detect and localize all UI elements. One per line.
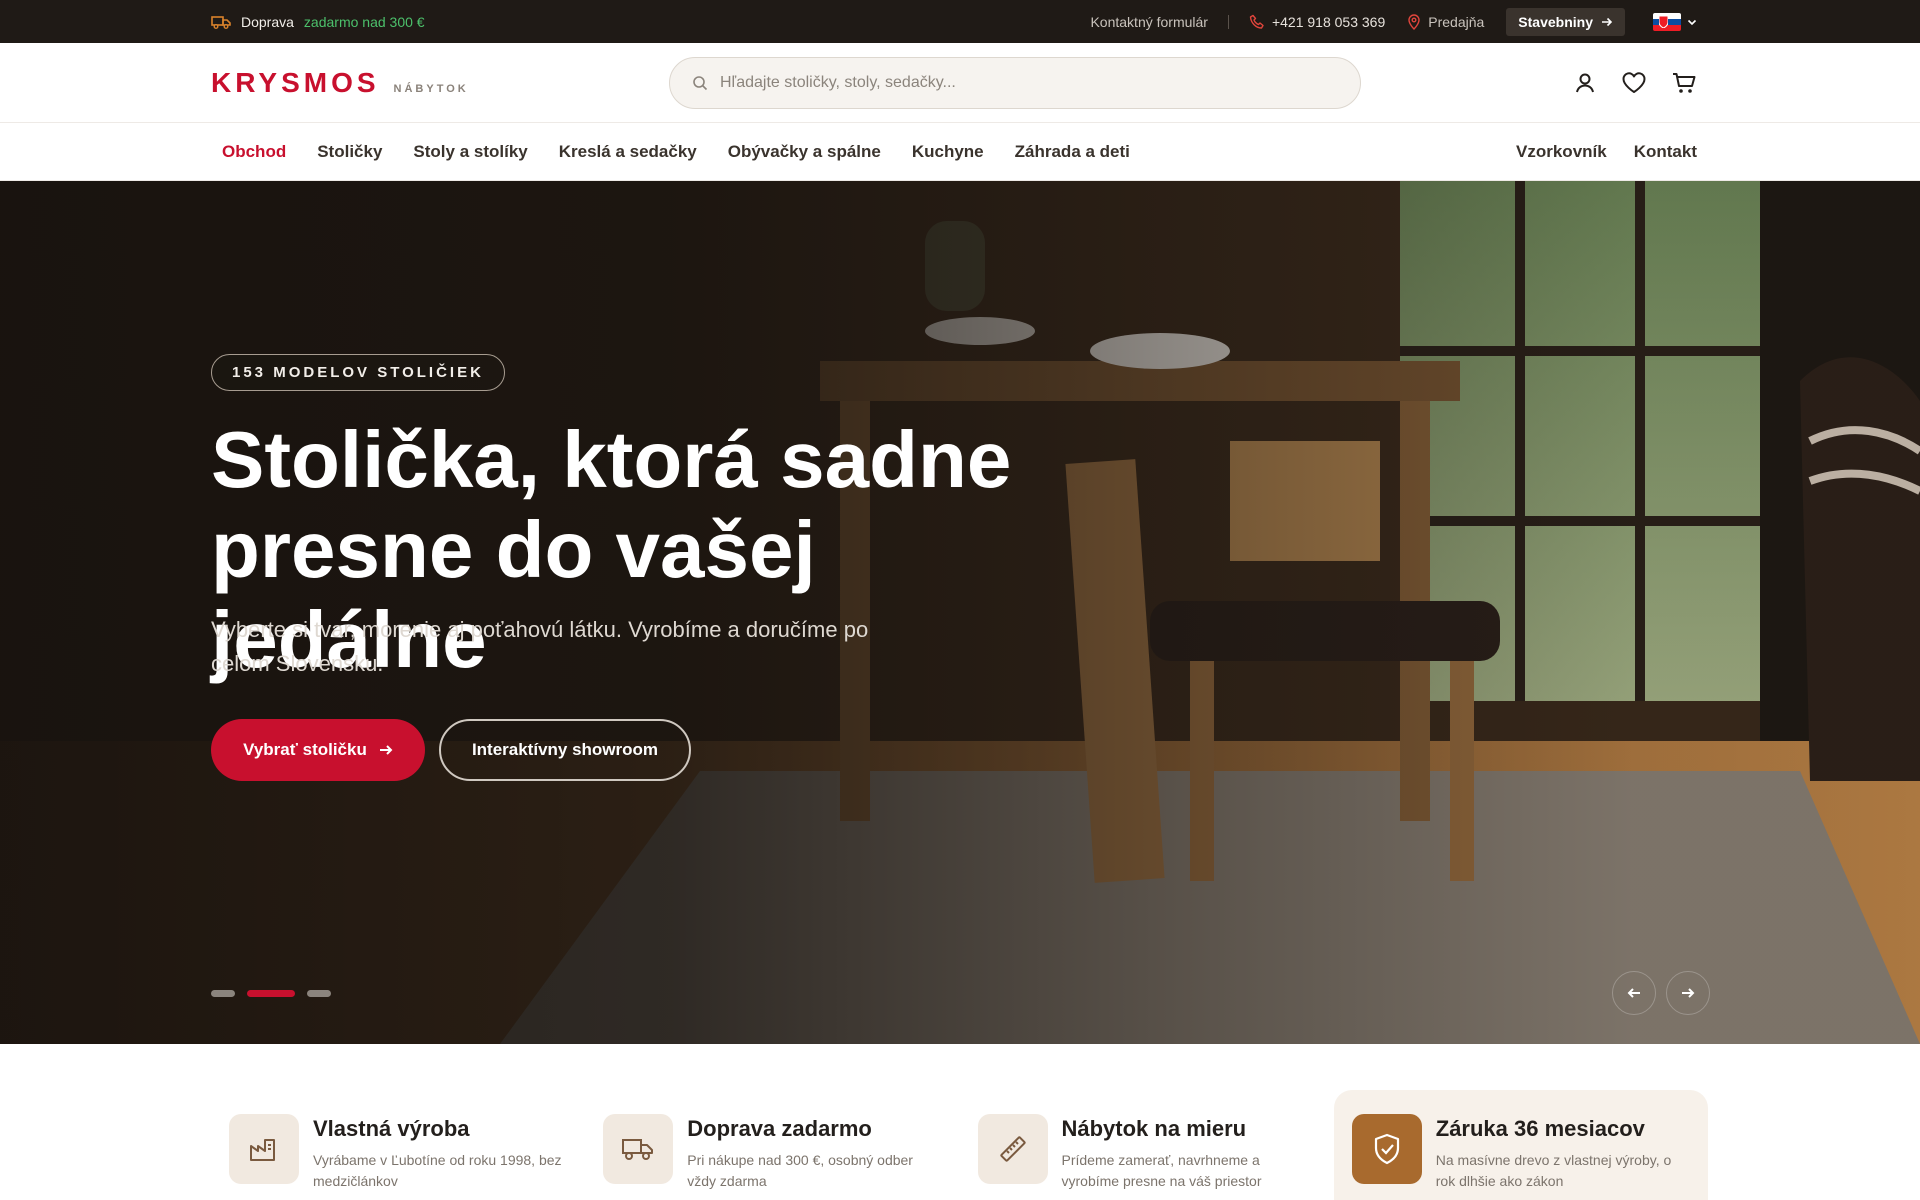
feature-title: Vlastná výroba	[313, 1116, 470, 1141]
main-navigation: Obchod Stoličky Stoly a stolíky Kreslá a…	[0, 123, 1920, 181]
slide-dot-3[interactable]	[307, 990, 331, 997]
shipping-label: Doprava	[241, 13, 294, 30]
feature-desc: Vyrábame v Ľubotíne od roku 1998, bez me…	[313, 1152, 562, 1189]
phone-number: +421 918 053 369	[1271, 13, 1386, 30]
feature-title: Doprava zadarmo	[687, 1116, 872, 1141]
user-account-icon[interactable]	[1573, 71, 1597, 95]
nav-item-kontakt[interactable]: Kontakt	[1634, 142, 1697, 162]
search-input[interactable]	[720, 74, 1320, 92]
nav-item-kuchyne[interactable]: Kuchyne	[912, 142, 984, 162]
logo[interactable]: KRYSMOS NÁBYTOK	[211, 67, 469, 99]
location-pin-icon	[1407, 13, 1421, 30]
cart-icon[interactable]	[1671, 71, 1697, 95]
choose-chair-label: Vybrať stoličku	[243, 740, 367, 759]
feature-desc: Pri nákupe nad 300 €, osobný odber vždy …	[687, 1152, 913, 1189]
nav-item-zahrada[interactable]: Záhrada a deti	[1015, 142, 1130, 162]
language-selector[interactable]	[1653, 12, 1697, 31]
shipping-free-text: zadarmo nad 300 €	[303, 13, 425, 30]
chevron-down-icon	[1687, 18, 1697, 26]
choose-chair-button[interactable]: Vybrať stoličku	[211, 719, 425, 781]
shipping-notice: Doprava zadarmo nad 300 €	[211, 14, 425, 30]
feature-free-shipping: Doprava zadarmo Pri nákupe nad 300 €, os…	[585, 1090, 959, 1200]
building-materials-button[interactable]: Stavebniny	[1506, 7, 1625, 36]
logo-main: KRYSMOS	[211, 67, 380, 98]
features-row: Vlastná výroba Vyrábame v Ľubotíne od ro…	[211, 1090, 1708, 1200]
slovak-flag-icon	[1653, 12, 1681, 31]
nav-item-obyvacky[interactable]: Obývačky a spálne	[728, 142, 881, 162]
feature-title: Nábytok na mieru	[1061, 1116, 1247, 1141]
nav-item-kresla[interactable]: Kreslá a sedačky	[559, 142, 697, 162]
feature-title: Záruka 36 mesiacov	[1435, 1116, 1645, 1141]
showroom-button[interactable]: Interaktívny showroom	[439, 719, 691, 781]
truck-icon	[603, 1114, 674, 1184]
arrow-right-icon	[1681, 987, 1695, 999]
ruler-icon	[977, 1114, 1048, 1184]
factory-icon	[229, 1114, 299, 1184]
showroom-label: Interaktívny showroom	[471, 740, 659, 759]
feature-desc: Na masívne drevo z vlastnej výroby, o ro…	[1435, 1152, 1672, 1189]
building-materials-label: Stavebniny	[1518, 13, 1593, 30]
feature-warranty: Záruka 36 mesiacov Na masívne drevo z vl…	[1333, 1090, 1708, 1200]
slide-dot-1[interactable]	[211, 990, 235, 997]
nav-item-obchod[interactable]: Obchod	[222, 142, 286, 162]
wishlist-heart-icon[interactable]	[1621, 71, 1647, 95]
hero-subtitle: Vyberte si tvar, morenie aj poťahovú lát…	[211, 617, 869, 676]
arrow-right-icon	[1601, 17, 1613, 27]
nav-item-vzorkovnik[interactable]: Vzorkovník	[1516, 142, 1607, 162]
slide-dot-2[interactable]	[247, 990, 295, 997]
hero-badge: 153 MODELOV STOLIČIEK	[211, 354, 505, 391]
store-label: Predajňa	[1428, 13, 1485, 30]
hero-title-line-1: Stolička, ktorá sadne	[211, 415, 1012, 504]
phone-icon	[1249, 14, 1265, 30]
nav-item-stolicky[interactable]: Stoličky	[317, 142, 382, 162]
slider-arrows	[1612, 971, 1710, 1015]
arrow-right-icon	[379, 744, 393, 756]
site-header: KRYSMOS NÁBYTOK	[0, 43, 1920, 123]
slider-next-button[interactable]	[1666, 971, 1710, 1015]
divider	[1227, 14, 1229, 29]
slider-dots	[211, 990, 331, 997]
store-link[interactable]: Predajňa	[1407, 14, 1484, 30]
contact-form-link[interactable]: Kontaktný formulár	[1090, 14, 1208, 30]
search-icon	[692, 75, 708, 91]
hero-banner: 153 MODELOV STOLIČIEK Stolička, ktorá sa…	[0, 181, 1920, 1044]
shield-icon	[1351, 1114, 1422, 1184]
slider-prev-button[interactable]	[1612, 971, 1656, 1015]
nav-item-stoly[interactable]: Stoly a stolíky	[413, 142, 527, 162]
feature-own-production: Vlastná výroba Vyrábame v Ľubotíne od ro…	[211, 1090, 585, 1200]
phone-link[interactable]: +421 918 053 369	[1249, 14, 1385, 30]
truck-icon	[211, 14, 231, 30]
logo-sub: NÁBYTOK	[393, 83, 469, 95]
top-bar: Doprava zadarmo nad 300 € Kontaktný form…	[0, 0, 1920, 43]
arrow-left-icon	[1627, 987, 1641, 999]
feature-desc: Prídeme zamerať, navrhneme a vyrobíme pr…	[1061, 1152, 1262, 1189]
search-bar	[669, 57, 1361, 109]
feature-custom-furniture: Nábytok na mieru Prídeme zamerať, navrhn…	[960, 1090, 1334, 1200]
